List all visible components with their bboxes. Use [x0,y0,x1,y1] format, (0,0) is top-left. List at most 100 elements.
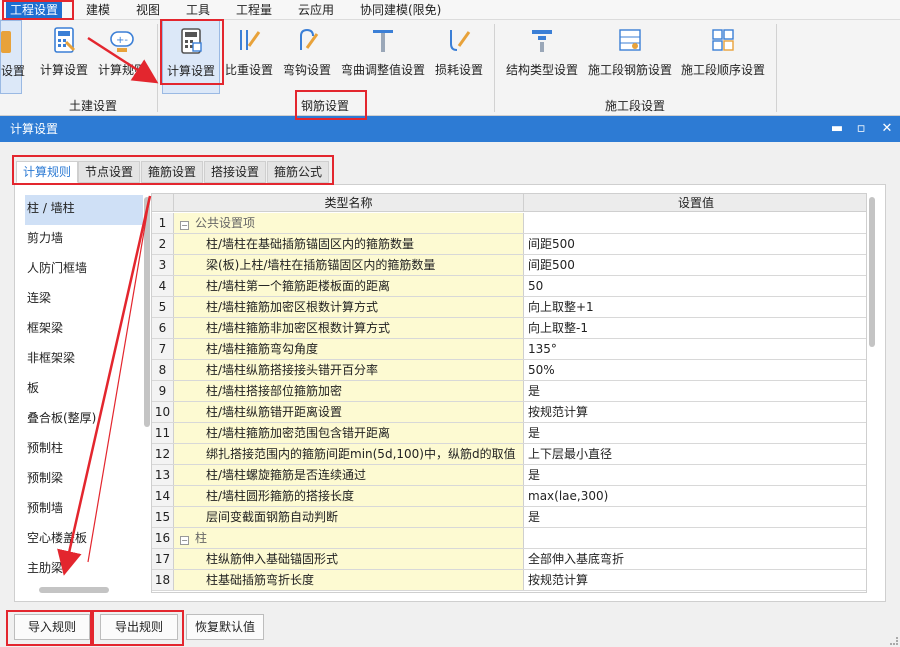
type-name-text: 柱/墙柱螺旋箍筋是否连续通过 [206,468,367,482]
table-row[interactable]: 15 层间变截面钢筋自动判断 是 [152,507,866,528]
list-vertical-scrollbar[interactable] [144,197,150,427]
menu-tools[interactable]: 工具 [186,0,210,20]
setting-value-cell[interactable]: 是 [524,381,866,401]
table-row[interactable]: 4 柱/墙柱第一个箍筋距楼板面的距离 50 [152,276,866,297]
setting-value-cell[interactable]: 间距500 [524,255,866,275]
type-name-text: 柱/墙柱箍筋非加密区根数计算方式 [206,321,391,335]
dialog-title: 计算设置 [10,122,59,136]
maximize-icon[interactable]: ▫ [850,116,872,142]
type-name-cell: 柱纵筋伸入基础锚固形式 [174,549,524,569]
hook-settings-button[interactable]: 弯钩设置 [280,20,334,94]
setting-value-cell[interactable]: 是 [524,465,866,485]
table-row[interactable]: 17 柱纵筋伸入基础锚固形式 全部伸入基底弯折 [152,549,866,570]
bend-adjust-settings-button[interactable]: 弯曲调整值设置 [338,20,428,94]
dialog-titlebar[interactable]: 计算设置 ▬ ▫ ✕ [0,116,900,142]
table-row[interactable]: 13 柱/墙柱螺旋箍筋是否连续通过 是 [152,465,866,486]
group-divider [776,24,777,112]
type-name-cell: 柱/墙柱第一个箍筋距楼板面的距离 [174,276,524,296]
structure-icon [532,30,552,52]
menu-quantity[interactable]: 工程量 [236,0,272,20]
list-item[interactable]: 连梁 [25,285,143,315]
minimize-icon[interactable]: ▬ [826,116,848,142]
density-settings-button[interactable]: 比重设置 [222,20,276,94]
setting-value-cell[interactable]: 按规范计算 [524,402,866,422]
header-row-number [152,194,174,212]
list-item[interactable]: 主肋梁 [25,555,143,585]
setting-value-cell[interactable]: 是 [524,423,866,443]
table-row[interactable]: 18 柱基础插筋弯折长度 按规范计算 [152,570,866,591]
civil-calc-settings-button[interactable]: 计算设置 [36,20,92,94]
table-row[interactable]: 11 柱/墙柱箍筋加密范围包含错开距离 是 [152,423,866,444]
table-row[interactable]: 7 柱/墙柱箍筋弯勾角度 135° [152,339,866,360]
section-rebar-icon [619,29,641,51]
header-type-name: 类型名称 [174,194,524,212]
setting-value-cell[interactable]: 上下层最小直径 [524,444,866,464]
table-row[interactable]: 1− 公共设置项 [152,213,866,234]
resize-grip[interactable] [890,637,898,645]
settings-grid: 类型名称 设置值 1− 公共设置项 2 柱/墙柱在基础插筋锚固区内的箍筋数量 间距500… [151,193,867,593]
list-horizontal-scrollbar[interactable] [39,587,109,593]
table-row[interactable]: 6 柱/墙柱箍筋非加密区根数计算方式 向上取整-1 [152,318,866,339]
setting-value-cell[interactable]: 50% [524,360,866,380]
list-item[interactable]: 叠合板(整厚) [25,405,143,435]
list-item[interactable]: 非框架梁 [25,345,143,375]
row-number: 1 [152,213,174,233]
setting-value-cell[interactable]: 50 [524,276,866,296]
row-number: 18 [152,570,174,590]
group-divider [157,24,158,112]
menu-modeling[interactable]: 建模 [86,0,110,20]
table-row[interactable]: 9 柱/墙柱搭接部位箍筋加密 是 [152,381,866,402]
setting-value-cell[interactable]: 按规范计算 [524,570,866,590]
list-item[interactable]: 预制梁 [25,465,143,495]
table-row[interactable]: 2 柱/墙柱在基础插筋锚固区内的箍筋数量 间距500 [152,234,866,255]
setting-value-cell[interactable]: 向上取整-1 [524,318,866,338]
collapse-icon[interactable]: − [180,221,189,230]
setting-value-cell[interactable]: max(lae,300) [524,486,866,506]
structure-type-settings-button[interactable]: 结构类型设置 [502,20,582,94]
type-name-text: 绑扎搭接范围内的箍筋间距min(5d,100)中，纵筋d的取值 [206,447,516,461]
collapse-icon[interactable]: − [180,536,189,545]
table-row[interactable]: 16− 柱 [152,528,866,549]
setting-value-cell[interactable]: 是 [524,507,866,527]
list-item[interactable]: 预制墙 [25,495,143,525]
table-row[interactable]: 3 梁(板)上柱/墙柱在插筋锚固区内的箍筋数量 间距500 [152,255,866,276]
setting-value-cell[interactable]: 135° [524,339,866,359]
content-panel: 柱 / 墙柱 剪力墙 人防门框墙 连梁 框架梁 非框架梁板叠合板(整厚) 预制柱 预制梁 预制墙… [14,184,886,602]
list-item[interactable]: 框架梁 [25,315,143,345]
setting-value-cell[interactable]: 间距500 [524,234,866,254]
type-name-cell: − 柱 [174,528,524,548]
table-row[interactable]: 12 绑扎搭接范围内的箍筋间距min(5d,100)中，纵筋d的取值 上下层最小直径 [152,444,866,465]
type-name-text: 柱/墙柱在基础插筋锚固区内的箍筋数量 [206,237,415,251]
list-item[interactable]: 人防门框墙 [25,255,143,285]
table-row[interactable]: 10 柱/墙柱纵筋错开距离设置 按规范计算 [152,402,866,423]
menu-collab-modeling[interactable]: 协同建模(限免) [360,0,441,20]
dialog-body: 计算规则 节点设置 箍筋设置 搭接设置 箍筋公式 柱 / 墙柱 剪力墙 人防门框墙连… [0,142,900,647]
section-order-settings-button[interactable]: 施工段顺序设置 [678,20,768,94]
type-name-cell: 层间变截面钢筋自动判断 [174,507,524,527]
table-row[interactable]: 8 柱/墙柱纵筋搭接接头错开百分率 50% [152,360,866,381]
type-name-cell: 柱/墙柱纵筋搭接接头错开百分率 [174,360,524,380]
table-row[interactable]: 14 柱/墙柱圆形箍筋的搭接长度 max(lae,300) [152,486,866,507]
restore-defaults-button[interactable]: 恢复默认值 [186,614,264,640]
menu-cloud[interactable]: 云应用 [298,0,334,20]
setting-value-cell[interactable]: 向上取整+1 [524,297,866,317]
table-row[interactable]: 5 柱/墙柱箍筋加密区根数计算方式 向上取整+1 [152,297,866,318]
list-item[interactable]: 板 [25,375,143,405]
grid-vertical-scrollbar[interactable] [869,197,875,347]
type-name-cell: 梁(板)上柱/墙柱在插筋锚固区内的箍筋数量 [174,255,524,275]
close-icon[interactable]: ✕ [876,116,898,142]
list-item[interactable]: 空心楼盖板 [25,525,143,555]
type-name-text: 柱/墙柱第一个箍筋距楼板面的距离 [206,279,391,293]
list-item[interactable]: 柱 / 墙柱 [25,195,143,225]
calc-rules-button[interactable]: +- 计算规则 [94,20,150,94]
type-name-text: 柱/墙柱圆形箍筋的搭接长度 [206,489,355,503]
loss-settings-button[interactable]: 损耗设置 [430,20,488,94]
list-item[interactable]: 剪力墙 [25,225,143,255]
type-name-text: 柱/墙柱箍筋加密区根数计算方式 [206,300,379,314]
menu-view[interactable]: 视图 [136,0,160,20]
partial-settings-button[interactable]: 设置 [0,20,25,94]
section-rebar-settings-button[interactable]: 施工段钢筋设置 [584,20,676,94]
highlight-box [12,155,334,185]
setting-value-cell[interactable]: 全部伸入基底弯折 [524,549,866,569]
list-item[interactable]: 预制柱 [25,435,143,465]
